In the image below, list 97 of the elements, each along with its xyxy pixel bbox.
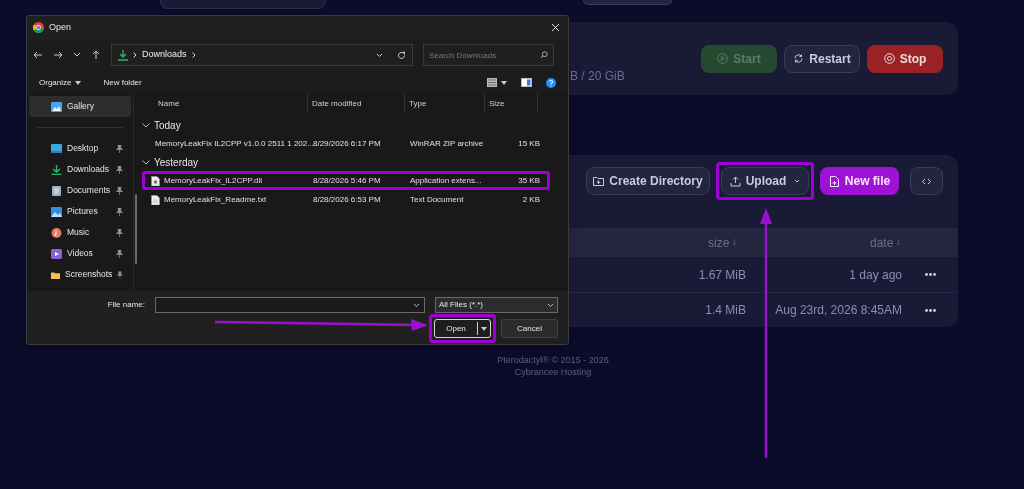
chevron-down-icon[interactable]: [376, 52, 383, 58]
up-icon[interactable]: [91, 50, 101, 60]
file-row[interactable]: MemoryLeakFix_Readme.txt 8/28/2026 6:53 PM Text Document 2 KB: [142, 190, 550, 209]
sidebar-item[interactable]: Gallery: [29, 96, 131, 117]
file-row[interactable]: MemoryLeakFix_IL2CPP.dll 8/28/2026 5:46 PM Application extens... 35 KB: [142, 171, 550, 190]
column-header[interactable]: Type: [405, 94, 485, 113]
file-name-field[interactable]: [155, 297, 425, 313]
file-type-dropdown[interactable]: All Files (*.*): [435, 297, 558, 313]
forward-icon[interactable]: [53, 50, 63, 60]
file-name: MemoryLeakFix IL2CPP v1.0.0 2511 1 202...: [155, 137, 314, 150]
file-row[interactable]: MemoryLeakFix IL2CPP v1.0.0 2511 1 202...8/29/2026 6:17 PM WinRAR ZIP archive 15 KB: [142, 134, 550, 153]
stop-button[interactable]: Stop: [867, 44, 943, 73]
window-title: Open: [49, 20, 72, 34]
file-plus-icon: [828, 175, 840, 187]
chevron-down-icon[interactable]: [142, 159, 150, 165]
footer-text: Pterodactyl® © 2015 - 2026: [497, 354, 609, 366]
sidebar-item[interactable]: Videos: [29, 243, 131, 264]
file-size: 1.67 MiB: [698, 266, 746, 284]
create-directory-button[interactable]: Create Directory: [586, 167, 710, 195]
chevron-down-icon: [794, 179, 801, 183]
file-size: 2 KB: [521, 193, 540, 206]
file-size: 1.4 MiB: [705, 302, 746, 319]
browser-logo-icon: [33, 22, 44, 33]
close-icon[interactable]: [551, 23, 560, 32]
open-button[interactable]: Open: [434, 319, 491, 338]
download-icon: [118, 49, 128, 61]
text-file-icon: [151, 194, 160, 205]
file-type: Application extens...: [409, 174, 483, 187]
footer-text: Cybrancee Hosting: [514, 366, 592, 378]
column-header[interactable]: Name: [138, 94, 308, 113]
group-header[interactable]: Yesterday: [154, 154, 199, 170]
search-field[interactable]: Search Downloads: [423, 44, 554, 66]
upload-icon: [729, 175, 741, 187]
help-icon[interactable]: [546, 77, 556, 88]
pin-icon[interactable]: [116, 186, 123, 195]
chevron-down-icon[interactable]: [142, 122, 150, 128]
sidebar-item[interactable]: Screenshots: [29, 264, 131, 285]
file-type: WinRAR ZIP archive: [409, 137, 485, 150]
sidebar-item[interactable]: Music: [29, 222, 131, 243]
more-icon[interactable]: [924, 308, 936, 312]
sidebar-item[interactable]: Pictures: [29, 201, 131, 222]
file-date: 8/28/2026 6:53 PM: [312, 193, 382, 206]
caret-icon: [75, 80, 82, 85]
chevron-down-icon: [547, 302, 554, 308]
pin-icon[interactable]: [116, 207, 123, 216]
group-header[interactable]: Today: [154, 117, 181, 133]
download-icon: [51, 164, 62, 175]
file-name-label: File name:: [107, 299, 145, 311]
pin-icon[interactable]: [116, 144, 123, 153]
new-file-button[interactable]: New file: [820, 167, 899, 195]
preview-pane-icon[interactable]: [521, 78, 532, 87]
file-name: MemoryLeakFix_IL2CPP.dll: [164, 174, 263, 187]
file-icon: [151, 175, 160, 186]
pin-icon[interactable]: [116, 228, 123, 237]
breadcrumb-item[interactable]: Downloads: [142, 48, 187, 62]
back-icon[interactable]: [33, 50, 43, 60]
folder-plus-icon: [593, 175, 605, 187]
more-icon[interactable]: [924, 273, 936, 276]
chevron-right-icon: [133, 52, 137, 58]
pin-icon[interactable]: [116, 249, 123, 258]
sidebar-item[interactable]: Downloads: [29, 159, 131, 180]
restart-button[interactable]: Restart: [784, 44, 860, 73]
document-icon: [51, 185, 62, 196]
column-header[interactable]: Size: [485, 94, 538, 113]
search-icon: [540, 51, 548, 59]
upload-button[interactable]: Upload: [721, 167, 809, 195]
disk-usage-text: B / 20 GiB: [570, 67, 625, 85]
gallery-icon: [51, 101, 62, 112]
refresh-icon[interactable]: [397, 50, 406, 60]
list-view-icon[interactable]: [487, 78, 497, 87]
music-note-icon: [51, 227, 62, 238]
pin-icon[interactable]: [116, 165, 123, 174]
file-size: 15 KB: [517, 137, 540, 150]
caret-icon[interactable]: [501, 80, 507, 85]
play-icon: [717, 53, 729, 64]
file-name: MemoryLeakFix_Readme.txt: [164, 193, 267, 206]
cancel-button[interactable]: Cancel: [501, 319, 558, 338]
video-icon: [51, 248, 62, 259]
chevron-down-icon[interactable]: [73, 52, 81, 58]
stop-icon: [883, 53, 895, 64]
desktop-icon: [51, 143, 62, 154]
refresh-icon: [793, 53, 805, 64]
sidebar-item[interactable]: Documents: [29, 180, 131, 201]
file-type: Text Document: [409, 193, 465, 206]
chevron-down-icon[interactable]: [413, 302, 420, 308]
chevron-right-icon: [191, 52, 196, 58]
address-bar[interactable]: Downloads: [111, 44, 413, 66]
column-header[interactable]: Date modified: [308, 94, 405, 113]
sidebar-item[interactable]: Desktop: [29, 138, 131, 159]
file-size: 35 KB: [517, 174, 540, 187]
picture-icon: [51, 206, 62, 217]
file-date: 1 day ago: [849, 266, 902, 284]
file-date: 8/28/2026 5:46 PM: [312, 174, 382, 187]
toolbar-button[interactable]: New folder: [103, 76, 142, 89]
toolbar-button[interactable]: Organize: [39, 76, 82, 89]
pin-icon[interactable]: [117, 270, 123, 279]
file-date: Aug 23rd, 2026 8:45AM: [775, 302, 902, 319]
